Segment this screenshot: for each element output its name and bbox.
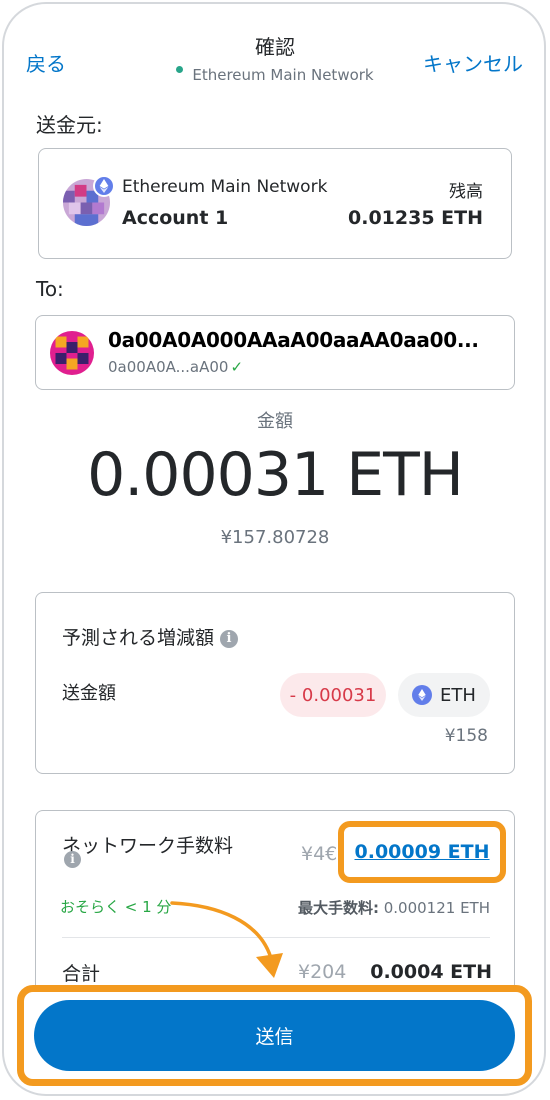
fee-fiat: ¥4€ [301, 843, 338, 865]
recipient-avatar [50, 331, 94, 375]
from-label: 送金元: [36, 113, 103, 137]
to-label: To: [36, 277, 64, 301]
token-pill[interactable]: ETH [398, 673, 490, 717]
amount-value: 0.00031 ETH [87, 440, 464, 510]
ethereum-icon [93, 175, 115, 197]
recipient-address: 0a00A0A000AAaA00aaAA0aa00... [108, 328, 479, 352]
account-name: Account 1 [122, 207, 229, 229]
amount-label: 金額 [257, 411, 293, 432]
info-icon[interactable]: i [220, 629, 239, 648]
balance-label: 残高 [449, 182, 483, 202]
total-eth: 0.0004 ETH [370, 961, 492, 983]
token-symbol: ETH [440, 684, 476, 706]
amount-fiat: ¥157.80728 [220, 527, 330, 548]
edit-fee-link[interactable]: 0.00009 ETH [355, 841, 490, 863]
recipient-card[interactable]: 0a00A0A000AAaA00aaAA0aa00... 0a00A0A...a… [35, 315, 515, 390]
divider [62, 937, 490, 938]
network-name: Ethereum Main Network [192, 66, 374, 84]
ethereum-icon [412, 685, 433, 705]
balance-change-value: - 0.00031 [280, 673, 386, 717]
check-icon: ✓ [230, 358, 244, 376]
total-label: 合計 [62, 963, 101, 985]
from-network-name: Ethereum Main Network [122, 177, 328, 197]
fee-title: ネットワーク手数料 [62, 835, 234, 857]
send-button[interactable]: 送信 [34, 1000, 515, 1071]
send-amount-label: 送金額 [62, 683, 116, 704]
total-fiat: ¥204 [298, 961, 347, 983]
balance-change-card: 予測される増減額 i 送金額 - 0.00031 ETH ¥158 [35, 592, 515, 774]
network-status-dot [176, 66, 184, 73]
info-icon[interactable]: i [64, 851, 81, 868]
fee-highlight: 0.00009 ETH [338, 821, 506, 883]
balance-change-title: 予測される増減額 i [62, 623, 239, 650]
recipient-short-address: 0a00A0A...aA00 ✓ [108, 358, 244, 376]
max-fee: 最大手数料: 0.000121 ETH [297, 899, 490, 917]
fee-estimated-time: おそらく < 1 分 [60, 898, 172, 916]
cancel-button[interactable]: キャンセル [423, 48, 523, 77]
balance-change-fiat: ¥158 [444, 726, 488, 746]
from-account-card[interactable]: Ethereum Main Network 残高 Account 1 0.012… [38, 148, 512, 259]
account-balance: 0.01235 ETH [348, 207, 483, 229]
send-highlight: 送信 [17, 985, 532, 1086]
